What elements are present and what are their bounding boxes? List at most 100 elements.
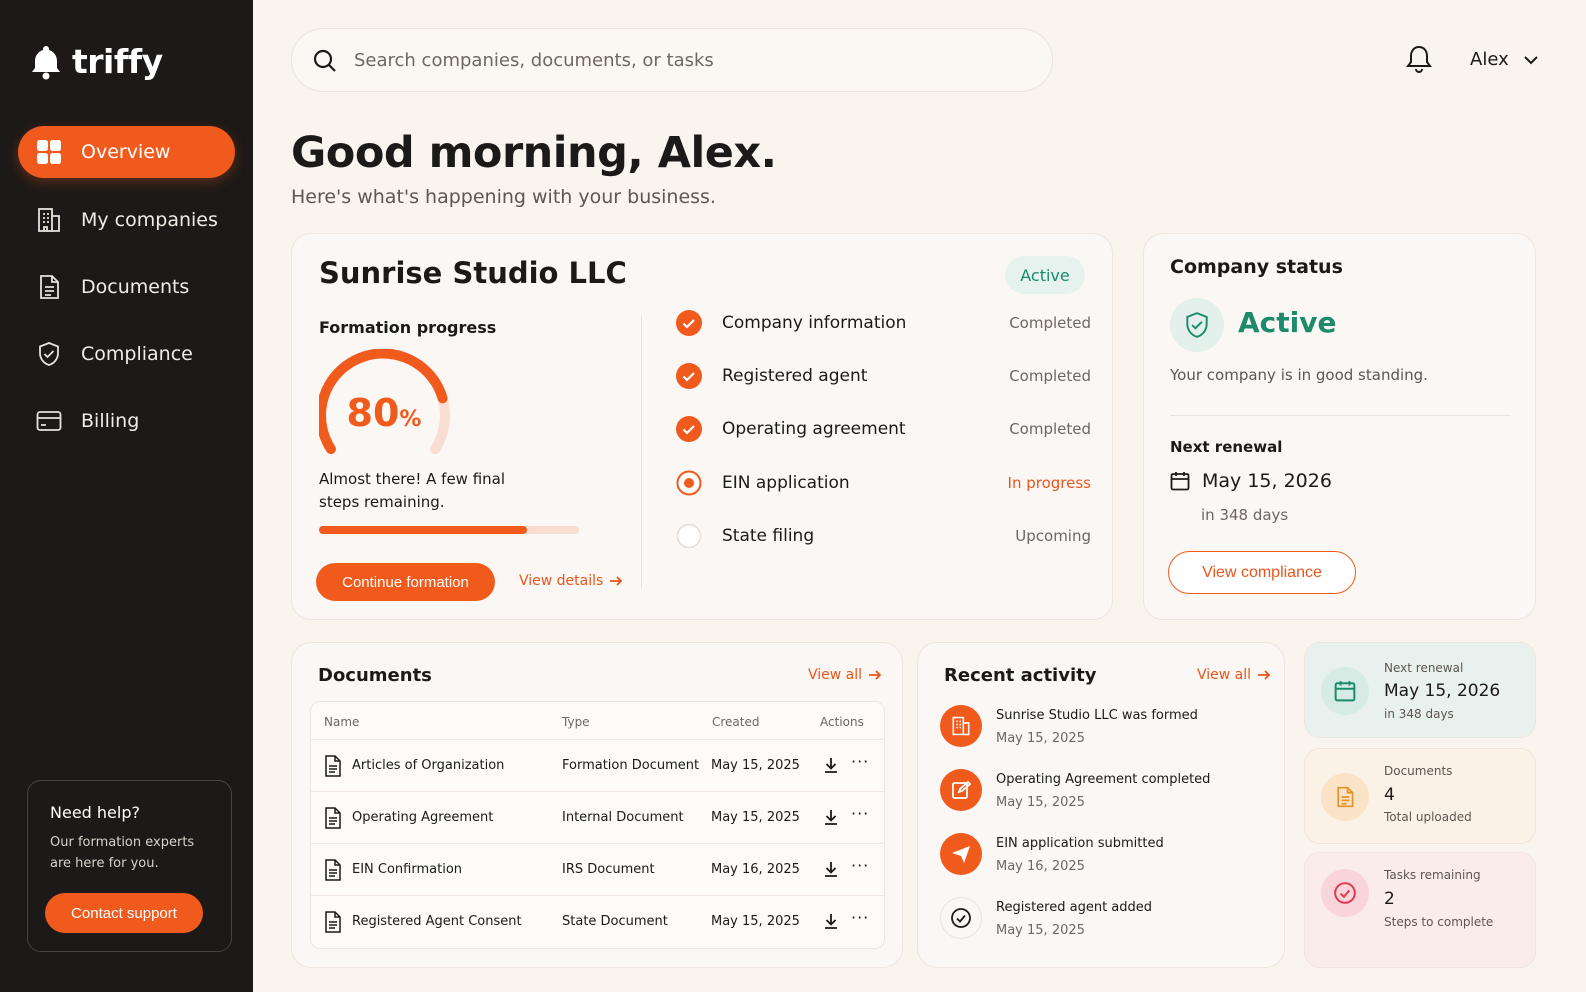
documents-card: Documents View all Name Type Created Act… xyxy=(291,642,903,968)
formation-progress-label: Formation progress xyxy=(319,318,497,337)
renewal-days: in 348 days xyxy=(1201,506,1289,524)
view-all-label: View all xyxy=(1197,667,1252,683)
sidebar-item-label: My companies xyxy=(81,209,218,231)
table-row[interactable]: Registered Agent Consent State Document … xyxy=(311,896,884,948)
sidebar-item-label: Overview xyxy=(81,141,171,163)
doc-type: Formation Document xyxy=(562,758,700,773)
download-icon[interactable] xyxy=(823,808,839,826)
sidebar-item-documents[interactable]: Documents xyxy=(18,261,235,313)
progress-value: 80 xyxy=(346,391,400,435)
card-title: Company status xyxy=(1170,256,1343,278)
user-menu[interactable]: Alex xyxy=(1470,49,1539,70)
stat-value: 2 xyxy=(1384,889,1395,909)
documents-table: Name Type Created Actions Articles of Or… xyxy=(310,701,885,949)
search-input[interactable]: Search companies, documents, or tasks xyxy=(354,50,714,71)
more-icon[interactable]: ··· xyxy=(851,752,869,771)
doc-name: Registered Agent Consent xyxy=(352,914,522,929)
stat-icon-wrap xyxy=(1321,667,1369,715)
file-icon xyxy=(325,807,341,829)
sidebar: triffy Overview My companies Documents C… xyxy=(0,0,253,992)
notification-bell-icon[interactable] xyxy=(1405,44,1433,74)
step-state-filing: State filing Upcoming xyxy=(676,521,1091,551)
stat-icon-wrap xyxy=(1321,869,1369,917)
sidebar-item-my-companies[interactable]: My companies xyxy=(18,194,235,246)
building-icon xyxy=(952,716,970,736)
stat-sub: Total uploaded xyxy=(1384,810,1472,824)
doc-name: Operating Agreement xyxy=(352,810,494,825)
sidebar-item-compliance[interactable]: Compliance xyxy=(18,328,235,380)
help-text: Our formation experts are here for you. xyxy=(50,835,195,871)
standing-text: Your company is in good standing. xyxy=(1170,366,1428,384)
activity-item[interactable]: EIN application submitted May 16, 2025 xyxy=(940,833,1270,883)
more-icon[interactable]: ··· xyxy=(851,856,869,875)
column-header-type: Type xyxy=(562,715,590,729)
empty-circle-icon xyxy=(676,523,702,549)
contact-support-button[interactable]: Contact support xyxy=(45,893,203,933)
activity-view-all-link[interactable]: View all xyxy=(1197,667,1271,683)
continue-formation-button[interactable]: Continue formation xyxy=(316,563,495,601)
recent-activity-card: Recent activity View all Sunrise Studio … xyxy=(917,642,1285,968)
step-operating-agreement: Operating agreement Completed xyxy=(676,414,1091,444)
renewal-label: Next renewal xyxy=(1170,438,1283,456)
more-icon[interactable]: ··· xyxy=(851,908,869,927)
stat-card-documents[interactable]: Documents 4 Total uploaded xyxy=(1304,748,1536,844)
view-compliance-button[interactable]: View compliance xyxy=(1168,551,1356,594)
stat-icon-wrap xyxy=(1321,773,1369,821)
file-icon xyxy=(325,859,341,881)
check-circle-icon xyxy=(676,310,702,336)
view-details-link[interactable]: View details xyxy=(519,573,623,589)
step-status: Completed xyxy=(1009,314,1091,332)
doc-type: State Document xyxy=(562,914,668,929)
company-name: Sunrise Studio LLC xyxy=(319,256,627,290)
logo[interactable]: triffy xyxy=(30,42,163,81)
stat-label: Documents xyxy=(1384,764,1453,778)
step-status: Completed xyxy=(1009,420,1091,438)
activity-date: May 15, 2025 xyxy=(996,731,1085,746)
progress-bar xyxy=(319,526,579,534)
status-icon-wrap xyxy=(1170,298,1224,352)
file-icon xyxy=(325,911,341,933)
step-label: Operating agreement xyxy=(722,419,906,439)
sidebar-item-overview[interactable]: Overview xyxy=(18,126,235,178)
company-status-card: Company status Active Your company is in… xyxy=(1143,233,1536,620)
renewal-date: May 15, 2026 xyxy=(1170,470,1332,492)
stat-card-tasks-remaining[interactable]: Tasks remaining 2 Steps to complete xyxy=(1304,852,1536,968)
sidebar-item-label: Compliance xyxy=(81,343,193,365)
documents-view-all-link[interactable]: View all xyxy=(808,667,882,683)
search-bar[interactable]: Search companies, documents, or tasks xyxy=(291,28,1053,92)
chevron-down-icon xyxy=(1524,55,1538,64)
activity-item[interactable]: Operating Agreement completed May 15, 20… xyxy=(940,769,1270,819)
activity-text: Operating Agreement completed xyxy=(996,772,1211,787)
file-icon xyxy=(325,755,341,777)
table-header: Name Type Created Actions xyxy=(311,702,884,740)
download-icon[interactable] xyxy=(823,912,839,930)
activity-item[interactable]: Sunrise Studio LLC was formed May 15, 20… xyxy=(940,705,1270,755)
activity-item[interactable]: Registered agent added May 15, 2025 xyxy=(940,897,1270,947)
divider xyxy=(641,316,642,588)
card-icon xyxy=(36,411,62,431)
more-icon[interactable]: ··· xyxy=(851,804,869,823)
edit-icon xyxy=(952,780,971,799)
progress-unit: % xyxy=(399,407,422,432)
user-name: Alex xyxy=(1470,49,1509,70)
help-title: Need help? xyxy=(50,803,140,822)
status-badge: Active xyxy=(1005,256,1085,294)
step-status: In progress xyxy=(1007,474,1091,492)
activity-text: EIN application submitted xyxy=(996,836,1164,851)
card-title: Documents xyxy=(318,665,432,686)
download-icon[interactable] xyxy=(823,860,839,878)
sidebar-item-billing[interactable]: Billing xyxy=(18,395,235,447)
step-company-information: Company information Completed xyxy=(676,308,1091,338)
help-card: Need help? Our formation experts are her… xyxy=(27,780,232,952)
status-value: Active xyxy=(1238,306,1337,339)
table-row[interactable]: Operating Agreement Internal Document Ma… xyxy=(311,792,884,844)
step-status: Upcoming xyxy=(1015,527,1091,545)
download-icon[interactable] xyxy=(823,756,839,774)
stat-card-next-renewal[interactable]: Next renewal May 15, 2026 in 348 days xyxy=(1304,642,1536,738)
table-row[interactable]: Articles of Organization Formation Docum… xyxy=(311,740,884,792)
activity-date: May 15, 2025 xyxy=(996,923,1085,938)
logo-text: triffy xyxy=(72,42,163,81)
grid-icon xyxy=(37,140,61,164)
table-row[interactable]: EIN Confirmation IRS Document May 16, 20… xyxy=(311,844,884,896)
doc-created: May 16, 2025 xyxy=(711,862,800,877)
